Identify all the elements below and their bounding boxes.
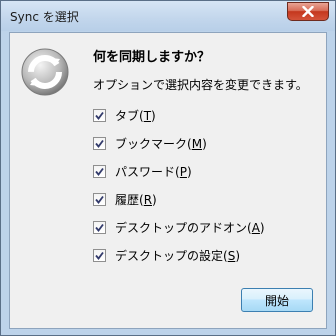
checkbox[interactable]	[93, 108, 106, 122]
option-desktop-settings[interactable]: デスクトップの設定(S)	[93, 247, 240, 263]
close-icon	[302, 6, 314, 17]
option-tabs[interactable]: タブ(T)	[93, 107, 156, 123]
checkmark-icon	[95, 223, 104, 232]
checkmark-icon	[95, 251, 104, 260]
checkbox[interactable]	[93, 220, 106, 234]
checkmark-icon	[95, 195, 104, 204]
start-button[interactable]: 開始	[241, 288, 313, 312]
dialog-window: Sync を選択 何を同期しますか？ オプションで選択内容を変更できます。 タブ…	[0, 0, 336, 336]
close-button[interactable]	[287, 2, 329, 21]
checkmark-icon	[95, 167, 104, 176]
dialog-heading: 何を同期しますか？	[93, 50, 211, 65]
checkmark-icon	[95, 139, 104, 148]
option-passwords[interactable]: パスワード(P)	[93, 163, 192, 179]
checkbox[interactable]	[93, 164, 106, 178]
option-label: 履歴(R)	[115, 192, 157, 207]
option-label: タブ(T)	[115, 108, 156, 123]
dialog-description: オプションで選択内容を変更できます。	[93, 78, 308, 92]
option-desktop-addons[interactable]: デスクトップのアドオン(A)	[93, 219, 265, 235]
checkbox[interactable]	[93, 248, 106, 262]
option-label: パスワード(P)	[115, 164, 192, 179]
checkbox[interactable]	[93, 136, 106, 150]
checkmark-icon	[95, 111, 104, 120]
option-label: デスクトップのアドオン(A)	[115, 220, 265, 235]
option-bookmarks[interactable]: ブックマーク(M)	[93, 135, 207, 151]
option-label: ブックマーク(M)	[115, 136, 207, 151]
checkbox[interactable]	[93, 192, 106, 206]
option-history[interactable]: 履歴(R)	[93, 191, 157, 207]
sync-icon	[21, 48, 69, 96]
title-bar[interactable]: Sync を選択	[1, 1, 335, 31]
option-label: デスクトップの設定(S)	[115, 248, 241, 263]
window-title: Sync を選択	[10, 10, 79, 24]
dialog-body: 何を同期しますか？ オプションで選択内容を変更できます。 タブ(T) ブックマー…	[9, 32, 327, 329]
